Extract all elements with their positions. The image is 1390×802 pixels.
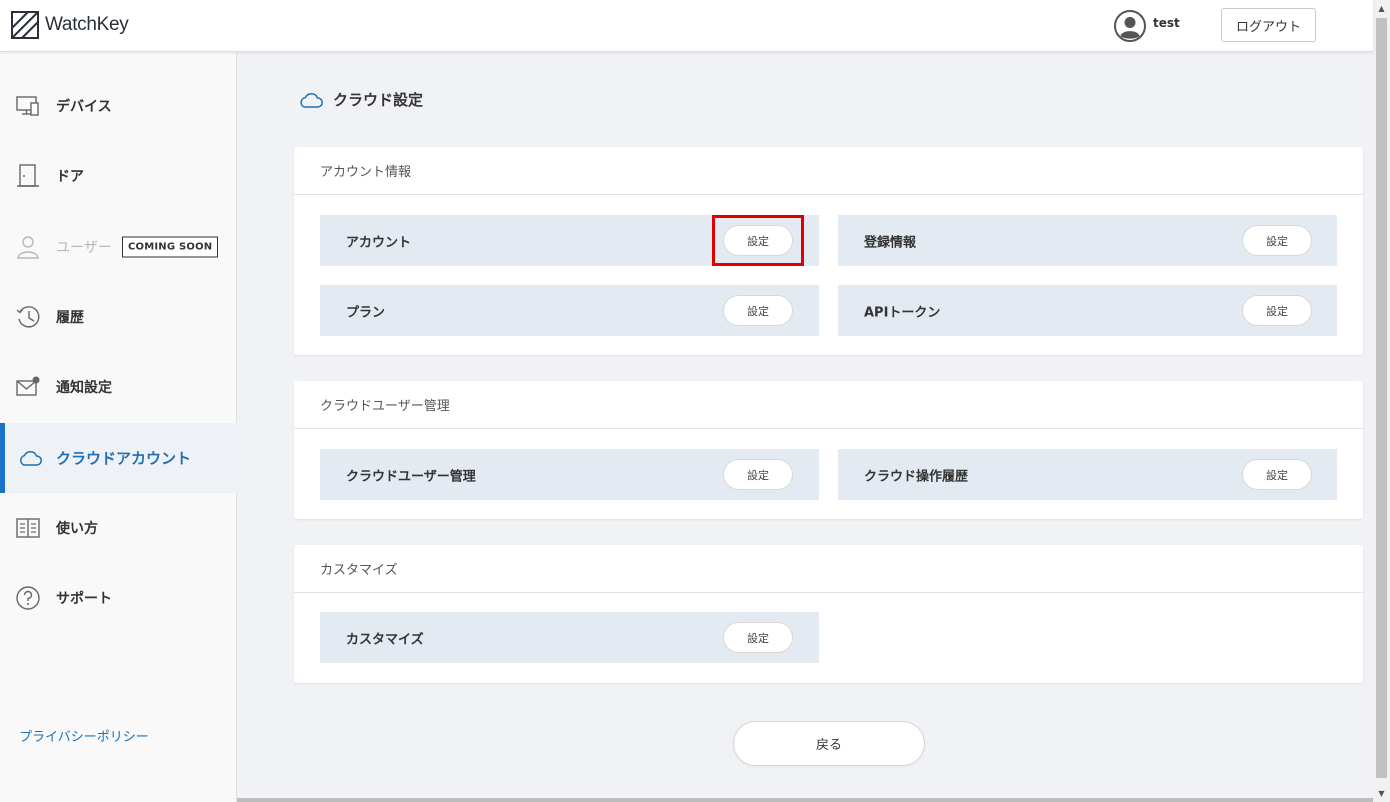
- setting-row-cloud-operation-history: クラウド操作履歴 設定: [838, 449, 1337, 500]
- cloud-user-management-card: クラウドユーザー管理 クラウドユーザー管理 設定 クラウド操作履歴 設定: [294, 381, 1363, 519]
- card-header: クラウドユーザー管理: [294, 381, 1363, 429]
- sidebar-item-label: 履歴: [56, 310, 84, 326]
- logo-text: WatchKey: [45, 14, 129, 35]
- book-icon: [16, 518, 40, 538]
- logo[interactable]: WatchKey: [11, 11, 129, 39]
- sidebar-item-label: サポート: [56, 591, 112, 607]
- sidebar-item-notifications[interactable]: 通知設定: [0, 352, 237, 422]
- avatar-icon: [1114, 10, 1146, 42]
- row-label: カスタマイズ: [346, 632, 424, 647]
- scroll-up-arrow-icon[interactable]: ▲: [1373, 0, 1390, 17]
- sidebar-item-history[interactable]: 履歴: [0, 282, 237, 352]
- sidebar-item-support[interactable]: サポート: [0, 563, 237, 633]
- back-button[interactable]: 戻る: [733, 721, 925, 766]
- row-label: クラウド操作履歴: [864, 469, 969, 484]
- user-menu[interactable]: test: [1114, 10, 1180, 42]
- row-label: APIトークン: [864, 305, 941, 320]
- privacy-policy-link[interactable]: プライバシーポリシー: [19, 726, 149, 745]
- setting-row-account: アカウント 設定: [320, 215, 819, 266]
- sidebar-item-label: ドア: [56, 169, 84, 185]
- door-icon: [17, 164, 39, 187]
- setting-row-registration: 登録情報 設定: [838, 215, 1337, 266]
- sidebar-item-label: 使い方: [56, 521, 98, 537]
- sidebar-item-devices[interactable]: デバイス: [0, 71, 237, 141]
- sidebar-item-usage[interactable]: 使い方: [0, 493, 237, 563]
- row-label: プラン: [346, 305, 386, 320]
- help-icon: [16, 586, 40, 610]
- row-label: クラウドユーザー管理: [346, 469, 476, 484]
- api-token-settings-button[interactable]: 設定: [1242, 295, 1312, 326]
- scrollbar[interactable]: ▲ ▼: [1373, 0, 1390, 802]
- cloud-icon: [20, 450, 42, 466]
- sidebar-item-label: クラウドアカウント: [56, 449, 192, 468]
- row-label: アカウント: [346, 235, 412, 250]
- account-settings-button[interactable]: 設定: [723, 225, 793, 256]
- card-header: カスタマイズ: [294, 545, 1363, 593]
- account-info-card: アカウント情報 アカウント 設定 登録情報 設定 プラン 設定 APIトークン …: [294, 147, 1363, 355]
- mail-icon: [16, 376, 40, 396]
- plan-settings-button[interactable]: 設定: [723, 295, 793, 326]
- user-name: test: [1153, 16, 1180, 30]
- sidebar-item-doors[interactable]: ドア: [0, 141, 237, 211]
- cloud-icon: [300, 92, 323, 108]
- scroll-thumb[interactable]: [1376, 18, 1387, 778]
- scroll-down-arrow-icon[interactable]: ▼: [1373, 785, 1390, 802]
- customize-settings-button[interactable]: 設定: [723, 622, 793, 653]
- history-icon: [16, 306, 40, 328]
- logout-button[interactable]: ログアウト: [1221, 8, 1316, 42]
- sidebar-item-label: ユーザー: [56, 240, 112, 256]
- horizontal-scrollbar: [237, 798, 1373, 802]
- device-icon: [16, 96, 39, 116]
- setting-row-plan: プラン 設定: [320, 285, 819, 336]
- coming-soon-badge: COMING SOON: [122, 236, 219, 258]
- page-title: クラウド設定: [298, 88, 423, 110]
- top-header: WatchKey test ログアウト: [0, 0, 1373, 52]
- registration-settings-button[interactable]: 設定: [1242, 225, 1312, 256]
- setting-row-api-token: APIトークン 設定: [838, 285, 1337, 336]
- sidebar-item-label: デバイス: [56, 99, 112, 115]
- sidebar-item-label: 通知設定: [56, 380, 112, 396]
- row-label: 登録情報: [864, 235, 917, 250]
- card-header: アカウント情報: [294, 147, 1363, 195]
- sidebar: デバイス ドア ユーザー COMING SOON 履歴 通知設定 クラウドアカウ…: [0, 52, 237, 802]
- user-icon: [17, 236, 39, 259]
- sidebar-item-users: ユーザー COMING SOON: [0, 212, 237, 282]
- sidebar-item-cloud-account[interactable]: クラウドアカウント: [0, 423, 237, 493]
- page-title-text: クラウド設定: [333, 90, 424, 109]
- cloud-user-management-settings-button[interactable]: 設定: [723, 459, 793, 490]
- watchkey-logo-icon: [11, 11, 39, 39]
- setting-row-customize: カスタマイズ 設定: [320, 612, 819, 663]
- cloud-operation-history-settings-button[interactable]: 設定: [1242, 459, 1312, 490]
- customize-card: カスタマイズ カスタマイズ 設定: [294, 545, 1363, 683]
- setting-row-cloud-user-management: クラウドユーザー管理 設定: [320, 449, 819, 500]
